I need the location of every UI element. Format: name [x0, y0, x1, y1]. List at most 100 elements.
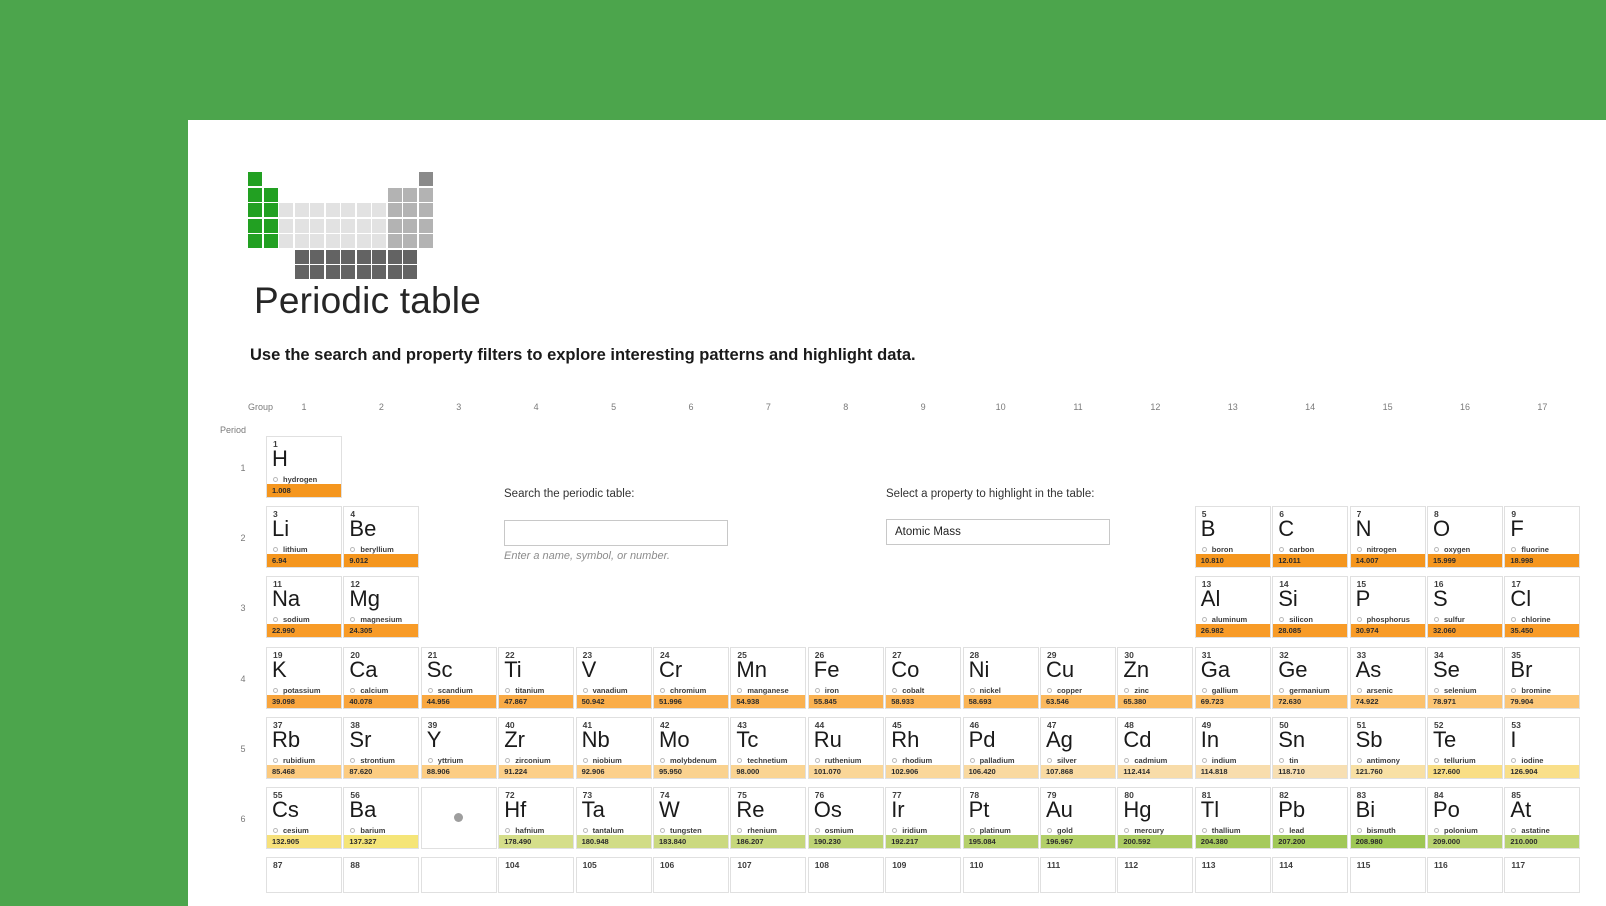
element-cell-c[interactable]: 6 Ccarbon 12.011 — [1272, 506, 1349, 569]
element-cell-sn[interactable]: 50 Sn tin 118.710 — [1272, 716, 1349, 779]
element-cell-au[interactable]: 79 Au gold 196.967 — [1040, 787, 1116, 849]
element-cell-pt[interactable]: 78 Pt platinum 195.084 — [962, 787, 1039, 849]
element-cell-i[interactable]: 53 Iiodine 126.904 — [1504, 716, 1581, 779]
element-cell-ge[interactable]: 32 Ge germanium 72.630 — [1272, 646, 1349, 709]
element-cell-106[interactable]: 106 — [653, 857, 729, 894]
element-cell-110[interactable]: 110 — [962, 857, 1039, 894]
element-cell-as[interactable]: 33 As arsenic 74.922 — [1349, 646, 1426, 709]
element-cell-v[interactable]: 23 Vvanadium 50.942 — [575, 646, 652, 709]
element-cell-108[interactable]: 108 — [807, 857, 884, 894]
element-cell-cd[interactable]: 48 Cd cadmium 112.414 — [1117, 716, 1194, 779]
element-cell-sr[interactable]: 38 Sr strontium 87.620 — [343, 716, 420, 779]
element-cell-tl[interactable]: 81 Tl thallium 204.380 — [1194, 787, 1271, 849]
element-cell-po[interactable]: 84 Po polonium 209.000 — [1427, 787, 1503, 849]
element-cell-zn[interactable]: 30 Zn zinc 65.380 — [1117, 646, 1194, 709]
property-select[interactable]: Atomic Mass — [886, 519, 1110, 545]
element-atomic-mass: 91.224 — [504, 766, 528, 776]
property-select-value: Atomic Mass — [895, 526, 961, 538]
element-cell-w[interactable]: 74 Wtungsten 183.840 — [653, 787, 729, 849]
element-cell-ti[interactable]: 22 Ti titanium 47.867 — [498, 646, 575, 709]
element-cell-si[interactable]: 14 Si silicon 28.085 — [1272, 576, 1349, 639]
element-cell-co[interactable]: 27 Co cobalt 58.933 — [885, 646, 962, 709]
element-symbol: Hf — [504, 797, 527, 822]
element-cell-cr[interactable]: 24 Cr chromium 51.996 — [653, 646, 729, 709]
element-cell-87[interactable]: 87 — [266, 857, 342, 894]
element-cell-zr[interactable]: 40 Zr zirconium 91.224 — [498, 716, 575, 779]
element-cell-105[interactable]: 105 — [575, 857, 652, 894]
element-cell-b[interactable]: 5 Bboron 10.810 — [1194, 506, 1271, 569]
element-cell-na[interactable]: 11 Na sodium 22.990 — [266, 576, 342, 639]
element-cell-br[interactable]: 35 Br bromine 79.904 — [1504, 646, 1581, 709]
element-cell-li[interactable]: 3 Li lithium 6.94 — [266, 506, 342, 569]
element-cell-ru[interactable]: 44 Ru ruthenium 101.070 — [807, 716, 884, 779]
element-cell-mo[interactable]: 42 Mo molybdenum 95.950 — [653, 716, 729, 779]
element-cell-mg[interactable]: 12 Mg magnesium 24.305 — [343, 576, 420, 639]
element-cell-at[interactable]: 85 At astatine 210.000 — [1504, 787, 1581, 849]
element-value-bar: 208.980 — [1350, 835, 1425, 848]
element-cell-ag[interactable]: 47 Ag silver 107.868 — [1040, 716, 1116, 779]
actinide-placeholder-cell[interactable] — [420, 857, 497, 894]
element-cell-y[interactable]: 39 Yyttrium 88.906 — [420, 716, 497, 779]
element-cell-cl[interactable]: 17 Cl chlorine 35.450 — [1504, 576, 1581, 639]
search-input[interactable] — [504, 520, 728, 546]
element-cell-tc[interactable]: 43 Tc technetium 98.000 — [730, 716, 807, 779]
element-cell-pb[interactable]: 82 Pb lead 207.200 — [1272, 787, 1349, 849]
element-cell-nb[interactable]: 41 Nb niobium 92.906 — [575, 716, 652, 779]
element-cell-f[interactable]: 9 Ffluorine 18.998 — [1504, 506, 1581, 569]
element-value-bar: 85.468 — [267, 764, 341, 778]
element-cell-rh[interactable]: 45 Rh rhodium 102.906 — [885, 716, 962, 779]
element-cell-rb[interactable]: 37 Rb rubidium 85.468 — [266, 716, 342, 779]
element-cell-109[interactable]: 109 — [885, 857, 962, 894]
element-cell-o[interactable]: 8 Ooxygen 15.999 — [1427, 506, 1503, 569]
element-atomic-mass: 12.011 — [1278, 556, 1301, 566]
element-cell-in[interactable]: 49 In indium 114.818 — [1194, 716, 1271, 779]
element-cell-bi[interactable]: 83 Bi bismuth 208.980 — [1349, 787, 1426, 849]
element-cell-114[interactable]: 114 — [1272, 857, 1349, 894]
element-cell-mn[interactable]: 25 Mn manganese 54.938 — [730, 646, 807, 709]
element-cell-107[interactable]: 107 — [730, 857, 807, 894]
lanthanide-placeholder-cell[interactable] — [420, 787, 497, 849]
element-cell-hg[interactable]: 80 Hg mercury 200.592 — [1117, 787, 1194, 849]
element-value-bar: 12.011 — [1273, 554, 1348, 568]
element-cell-fe[interactable]: 26 Fe iron 55.845 — [807, 646, 884, 709]
element-cell-re[interactable]: 75 Re rhenium 186.207 — [730, 787, 807, 849]
element-cell-te[interactable]: 52 Te tellurium 127.600 — [1427, 716, 1503, 779]
element-cell-ba[interactable]: 56 Ba barium 137.327 — [343, 787, 420, 849]
element-cell-116[interactable]: 116 — [1427, 857, 1503, 894]
element-cell-hf[interactable]: 72 Hf hafnium 178.490 — [498, 787, 575, 849]
element-cell-ta[interactable]: 73 Ta tantalum 180.948 — [575, 787, 652, 849]
element-cell-88[interactable]: 88 — [343, 857, 420, 894]
element-cell-ir[interactable]: 77 Ir iridium 192.217 — [885, 787, 962, 849]
element-name: zirconium — [515, 755, 551, 765]
element-bullet-icon — [737, 828, 743, 833]
element-symbol: Mo — [659, 726, 690, 752]
element-cell-be[interactable]: 4 Be beryllium 9.012 — [343, 506, 420, 569]
element-cell-111[interactable]: 111 — [1040, 857, 1116, 894]
element-cell-n[interactable]: 7 Nnitrogen 14.007 — [1349, 506, 1426, 569]
element-cell-ga[interactable]: 31 Ga gallium 69.723 — [1194, 646, 1271, 709]
search-hint-text: Enter a name, symbol, or number. — [504, 550, 670, 562]
element-cell-117[interactable]: 117 — [1504, 857, 1581, 894]
element-cell-115[interactable]: 115 — [1349, 857, 1426, 894]
element-cell-k[interactable]: 19 Kpotassium 39.098 — [266, 646, 342, 709]
element-cell-pd[interactable]: 46 Pd palladium 106.420 — [962, 716, 1039, 779]
element-cell-112[interactable]: 112 — [1117, 857, 1194, 894]
element-cell-cs[interactable]: 55 Cs cesium 132.905 — [266, 787, 342, 849]
element-cell-113[interactable]: 113 — [1194, 857, 1271, 894]
element-cell-al[interactable]: 13 Al aluminum 26.982 — [1194, 576, 1271, 639]
element-cell-s[interactable]: 16 Ssulfur 32.060 — [1427, 576, 1503, 639]
element-atomic-number: 112 — [1124, 860, 1139, 871]
element-cell-p[interactable]: 15 Pphosphorus 30.974 — [1349, 576, 1426, 639]
element-cell-104[interactable]: 104 — [498, 857, 575, 894]
element-bullet-icon — [1201, 687, 1207, 693]
element-cell-ni[interactable]: 28 Ni nickel 58.693 — [962, 646, 1039, 709]
element-cell-cu[interactable]: 29 Cu copper 63.546 — [1040, 646, 1116, 709]
element-atomic-mass: 58.693 — [968, 696, 992, 706]
element-value-bar: 10.810 — [1195, 554, 1270, 568]
element-cell-sc[interactable]: 21 Sc scandium 44.956 — [420, 646, 497, 709]
element-cell-os[interactable]: 76 Os osmium 190.230 — [807, 787, 884, 849]
element-cell-sb[interactable]: 51 Sb antimony 121.760 — [1349, 716, 1426, 779]
element-cell-ca[interactable]: 20 Ca calcium 40.078 — [343, 646, 420, 709]
element-cell-se[interactable]: 34 Se selenium 78.971 — [1427, 646, 1503, 709]
element-cell-h[interactable]: 1 Hhydrogen 1.008 — [266, 436, 342, 498]
